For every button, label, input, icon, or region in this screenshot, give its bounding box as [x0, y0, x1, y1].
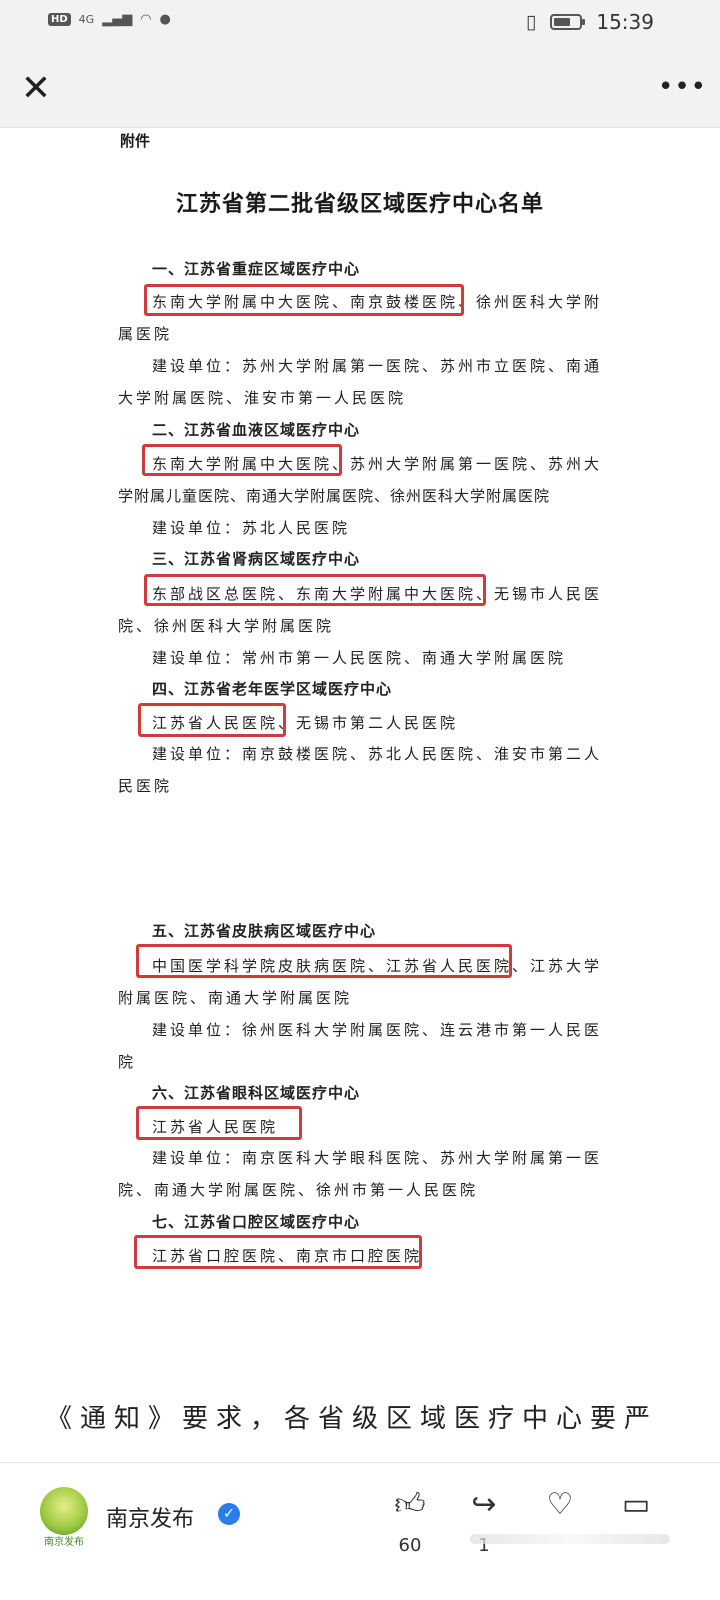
status-right: ▯ 15:39 — [526, 10, 654, 34]
doc-line: 建设单位：徐州医科大学附属医院、连云港市第一人民医 — [152, 1021, 603, 1039]
section-heading: 一、江苏省重症区域医疗中心 — [152, 260, 361, 278]
highlight-box — [144, 574, 486, 606]
status-bar: HD 4G ▂▄▆ ◠ ● ▯ 15:39 — [0, 0, 720, 50]
like-button[interactable]: 👍︎ 60 — [386, 1485, 434, 1556]
section-heading: 五、江苏省皮肤病区域医疗中心 — [152, 922, 377, 940]
bottom-action-bar: 南京发布 南京发布 ✓ 👍︎ 60 ↪ 1 ♡ ▭ — [0, 1462, 720, 1600]
share-icon: ↪ — [471, 1487, 497, 1522]
highlight-box — [136, 944, 512, 978]
attachment-label: 附件 — [120, 132, 151, 150]
comment-button[interactable]: ▭ — [612, 1485, 660, 1525]
thumbs-up-icon: 👍︎ — [394, 1487, 426, 1522]
highlight-box — [144, 284, 464, 316]
gesture-bar — [470, 1534, 670, 1544]
vibrate-icon: ▯ — [525, 11, 537, 33]
doc-line: 院、南通大学附属医院、徐州市第一人民医院 — [118, 1181, 479, 1199]
favorite-button[interactable]: ♡ — [536, 1485, 584, 1525]
doc-line: 大学附属医院、淮安市第一人民医院 — [118, 389, 407, 407]
doc-line: 院、徐州医科大学附属医院 — [118, 617, 335, 635]
like-count: 60 — [398, 1535, 422, 1556]
doc-line: 民医院 — [118, 777, 173, 795]
more-options-icon[interactable]: ••• — [658, 70, 706, 110]
doc-line: 建设单位：南京医科大学眼科医院、苏州大学附属第一医 — [152, 1149, 603, 1167]
document-image[interactable]: 附件 江苏省第二批省级区域医疗中心名单 一、江苏省重症区域医疗中心 东南大学附属… — [0, 128, 720, 1418]
highlight-box — [134, 1235, 422, 1269]
section-heading: 二、江苏省血液区域医疗中心 — [152, 421, 361, 439]
top-header: ✕ ••• — [0, 50, 720, 128]
section-heading: 三、江苏省肾病区域医疗中心 — [152, 550, 361, 568]
publisher-avatar[interactable] — [40, 1487, 88, 1535]
doc-line: 院 — [118, 1053, 137, 1071]
close-icon[interactable]: ✕ — [16, 70, 56, 110]
section-heading: 四、江苏省老年医学区域医疗中心 — [152, 680, 393, 698]
status-left: HD 4G ▂▄▆ ◠ ● — [48, 12, 171, 27]
clock: 15:39 — [596, 10, 654, 34]
doc-line: 建设单位：常州市第一人民医院、南通大学附属医院 — [152, 649, 567, 667]
battery-icon — [550, 14, 586, 30]
doc-line: 附属医院、南通大学附属医院 — [118, 989, 353, 1007]
document-title: 江苏省第二批省级区域医疗中心名单 — [175, 191, 544, 217]
hd-badge: HD — [48, 13, 71, 26]
signal-4g-label: 4G — [78, 13, 95, 26]
wifi-icon: ◠ — [140, 12, 152, 27]
highlight-box — [138, 703, 286, 737]
avatar-logo-text: 南京发布 — [44, 1537, 84, 1548]
comment-icon: ▭ — [621, 1487, 651, 1522]
share-button[interactable]: ↪ 1 — [460, 1485, 508, 1556]
section-heading: 七、江苏省口腔区域医疗中心 — [152, 1213, 361, 1231]
doc-line: 建设单位：南京鼓楼医院、苏北人民医院、淮安市第二人 — [152, 745, 603, 763]
highlight-box — [142, 444, 342, 476]
heart-icon: ♡ — [546, 1487, 574, 1522]
section-heading: 六、江苏省眼科区域医疗中心 — [152, 1084, 361, 1102]
verified-badge-icon: ✓ — [218, 1503, 240, 1525]
signal-icon: ▂▄▆ — [102, 12, 133, 27]
qq-icon: ● — [159, 12, 171, 27]
doc-line: 建设单位：苏北人民医院 — [152, 519, 351, 537]
highlight-box — [136, 1106, 302, 1140]
publisher-name[interactable]: 南京发布 — [106, 1501, 194, 1533]
article-caption: 《通知》要求，各省级区域医疗中心要严 — [46, 1404, 659, 1434]
doc-line: 学附属儿童医院、南通大学附属医院、徐州医科大学附属医院 — [118, 487, 551, 505]
doc-line: 建设单位：苏州大学附属第一医院、苏州市立医院、南通 — [152, 357, 603, 375]
doc-line: 属医院 — [118, 325, 173, 343]
